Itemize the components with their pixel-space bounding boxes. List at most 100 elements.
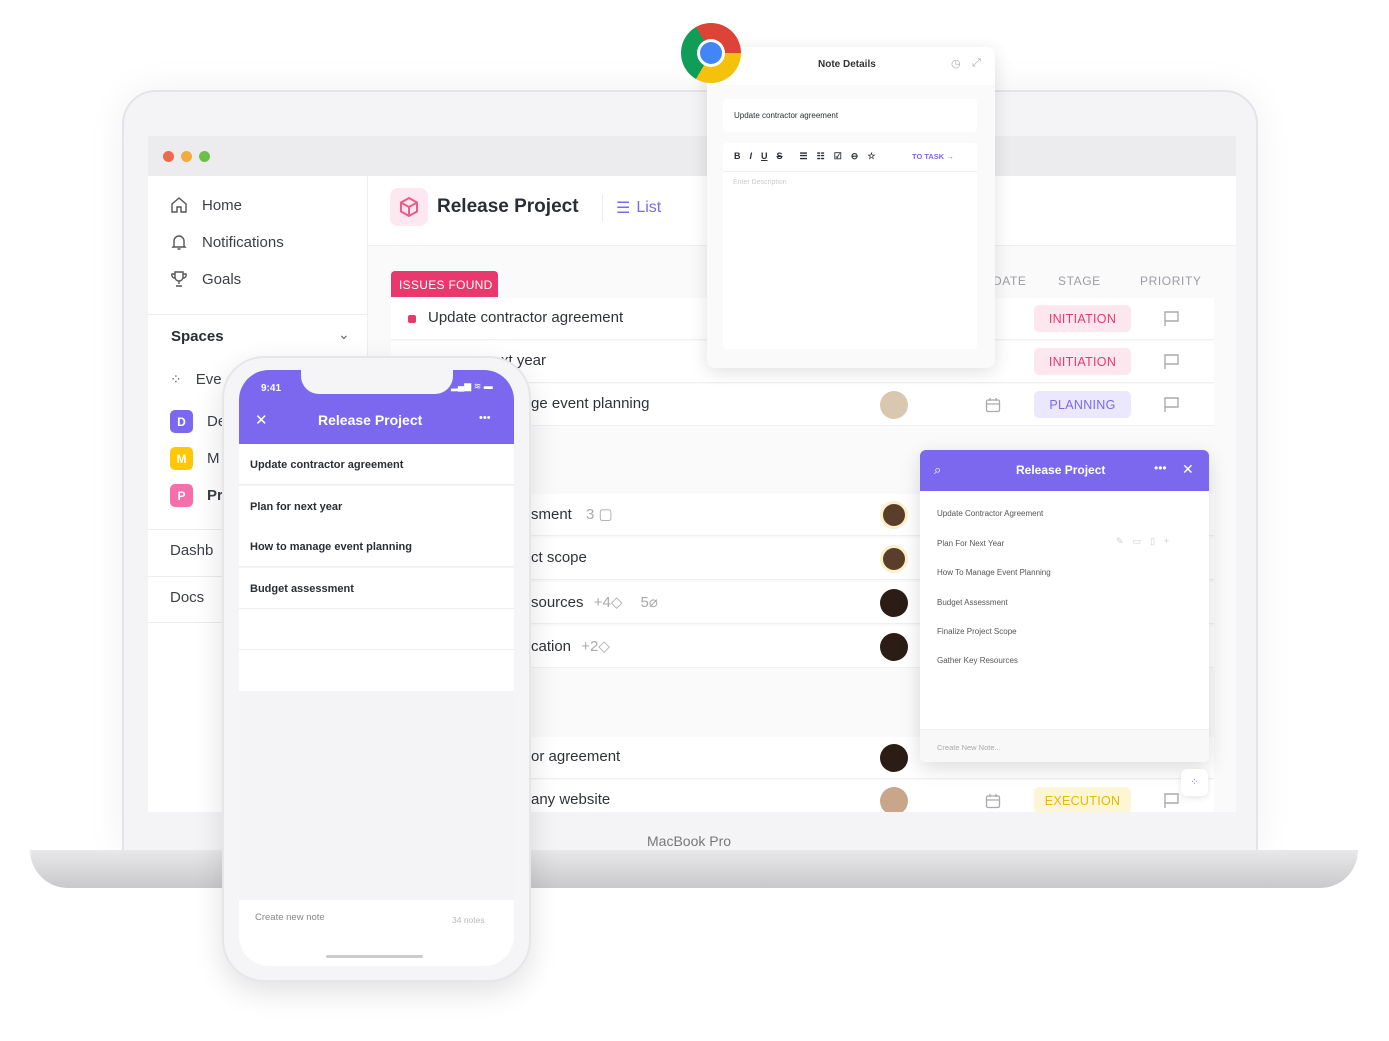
search-icon[interactable]: ⌕ [934, 462, 941, 478]
expand-icon[interactable]: ⤢ [972, 57, 981, 70]
divider [602, 194, 603, 222]
archive-icon[interactable]: ▭ [1133, 536, 1142, 547]
column-date[interactable]: DATE [993, 274, 1027, 288]
task-name: cation +2◇ [531, 637, 610, 655]
comment-icon[interactable]: ▢ [599, 506, 613, 523]
minimize-dot[interactable] [181, 151, 192, 162]
more-icon[interactable]: ••• [479, 412, 491, 424]
calendar-icon[interactable] [985, 397, 1001, 413]
note-item[interactable]: How To Manage Event Planning [937, 568, 1051, 577]
create-note-input[interactable]: Create New Note... [920, 729, 1209, 762]
space-avatar: D [170, 410, 193, 433]
note-item[interactable]: Plan For Next Year [937, 539, 1004, 548]
checkbox-icon[interactable]: ☑ [834, 151, 842, 162]
label: cation [531, 638, 572, 655]
underline-button[interactable]: U [761, 151, 768, 162]
create-note-input[interactable]: Create new note [255, 912, 325, 923]
avatar [880, 633, 908, 661]
sidebar-item-home[interactable]: Home [170, 196, 242, 214]
history-icon[interactable]: ◷ [951, 57, 961, 70]
stage-pill[interactable]: PLANNING [1034, 391, 1131, 418]
link-icon[interactable]: ⊖ [851, 151, 859, 162]
phone-mockup: 9:41 ▂▄▆ ≋ ▬ ✕ Release Project ••• Updat… [222, 356, 531, 982]
flag-icon[interactable] [1163, 397, 1181, 413]
note-item[interactable]: Plan for next year [239, 486, 514, 527]
chevron-down-icon[interactable]: ⌄ [338, 326, 350, 343]
calendar-icon[interactable] [985, 793, 1001, 809]
description-editor[interactable]: B I U S ☰ ☷ ☑ ⊖ ☆ TO TASK → Enter Descri… [723, 143, 977, 349]
stage-pill[interactable]: INITIATION [1034, 348, 1131, 375]
note-item[interactable]: How to manage event planning [239, 526, 514, 567]
title-bar [148, 136, 1236, 176]
tag-count: +4 [593, 594, 611, 611]
space-item[interactable]: ⁘ Eve [170, 371, 222, 388]
to-task-button[interactable]: TO TASK → [912, 152, 954, 161]
more-icon[interactable]: ••• [1154, 461, 1167, 475]
flag-icon[interactable] [1163, 311, 1181, 327]
strikethrough-button[interactable]: S [777, 151, 783, 162]
flag-icon[interactable] [1163, 793, 1181, 809]
notepad-panel: ⌕ Release Project ••• ✕ Update Contracto… [920, 450, 1209, 762]
close-icon[interactable]: ✕ [1182, 461, 1194, 478]
arrow-right-icon: → [946, 152, 954, 161]
sidebar-item-dashboards[interactable]: Dashb [170, 542, 213, 559]
note-item[interactable]: Gather Key Resources [937, 656, 1018, 665]
close-icon[interactable]: ✕ [255, 411, 268, 429]
chrome-logo [681, 23, 741, 83]
sidebar-item-goals[interactable]: Goals [170, 270, 241, 288]
note-item[interactable] [239, 609, 514, 650]
label: sment [531, 506, 572, 523]
task-name: ge event planning [531, 395, 650, 412]
tag-icon[interactable]: ◇ [598, 638, 610, 655]
note-item[interactable] [239, 650, 514, 691]
note-item[interactable]: Update Contractor Agreement [937, 509, 1043, 518]
stage-pill[interactable]: INITIATION [1034, 305, 1131, 332]
avatar [880, 744, 908, 772]
apps-icon[interactable]: ⁘ [1181, 769, 1208, 796]
page-title: Release Project [437, 196, 579, 217]
note-item[interactable]: Finalize Project Scope [937, 627, 1017, 636]
paperclip-icon[interactable]: ⌀ [649, 594, 658, 611]
phone-title: Release Project [318, 412, 423, 428]
sidebar-item-docs[interactable]: Docs [170, 589, 204, 606]
space-item[interactable]: D De [170, 410, 226, 433]
note-item[interactable]: Budget assessment [239, 568, 514, 609]
comment-count: 3 [586, 506, 595, 523]
phone-footer: Create new note 34 notes [239, 900, 514, 966]
column-priority[interactable]: PRIORITY [1140, 274, 1201, 288]
space-item[interactable]: MM [170, 447, 220, 470]
note-title-input[interactable]: Update contractor agreement [723, 99, 977, 132]
maximize-dot[interactable] [199, 151, 210, 162]
bullet-list-icon[interactable]: ☰ [800, 151, 808, 162]
format-toolbar: B I U S ☰ ☷ ☑ ⊖ ☆ [734, 151, 875, 162]
bell-icon [171, 235, 187, 250]
note-item[interactable]: Budget Assessment [937, 598, 1008, 607]
sidebar-item-notifications[interactable]: Notifications [170, 233, 284, 251]
tab-list[interactable]: ☰ List [616, 198, 661, 218]
stage-pill[interactable]: EXECUTION [1034, 787, 1131, 812]
close-dot[interactable] [163, 151, 174, 162]
group-badge[interactable]: ISSUES FOUND [391, 271, 498, 297]
note-item[interactable]: Update contractor agreement [239, 444, 514, 485]
italic-button[interactable]: I [750, 151, 753, 162]
tag-icon[interactable]: ◇ [611, 594, 623, 611]
bold-button[interactable]: B [734, 151, 741, 162]
cube-icon [390, 188, 428, 226]
divider [148, 314, 368, 315]
trophy-icon [171, 271, 187, 287]
numbered-list-icon[interactable]: ☷ [817, 151, 825, 162]
star-icon[interactable]: ☆ [867, 151, 875, 162]
trash-icon[interactable]: ▯ [1150, 536, 1155, 547]
description-placeholder: Enter Description [733, 179, 787, 186]
flag-icon[interactable] [1163, 354, 1181, 370]
label: Notifications [202, 233, 284, 251]
grid-icon: ⁘ [170, 371, 182, 387]
space-item[interactable]: P Pr [170, 484, 223, 507]
task-name: sources +4◇ 5⌀ [531, 593, 658, 611]
edit-icon[interactable]: ✎ [1116, 536, 1124, 547]
column-stage[interactable]: STAGE [1058, 274, 1101, 288]
space-avatar: P [170, 484, 193, 507]
add-icon[interactable]: + [1164, 536, 1169, 547]
label: TO TASK [912, 152, 945, 161]
label: Goals [202, 270, 242, 288]
